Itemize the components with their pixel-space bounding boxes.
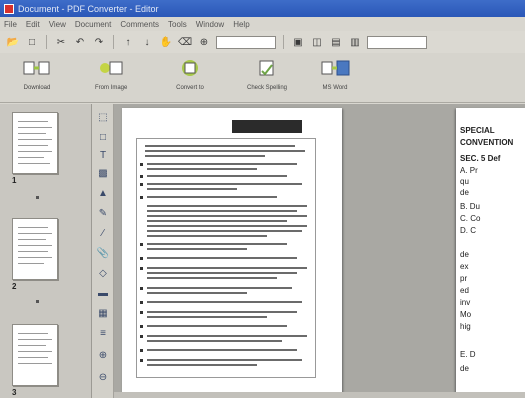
check-spelling-button[interactable]: Check Spelling — [247, 57, 287, 91]
zoom-in-icon[interactable]: ⊕ — [197, 35, 211, 49]
stamp-icon[interactable]: ▲ — [96, 186, 110, 200]
title-bar: Document - PDF Converter - Editor — [0, 0, 525, 17]
page2-line: SEC. 5 Def — [460, 154, 501, 163]
from-image-button[interactable]: From Image — [95, 57, 127, 91]
page-content — [136, 138, 316, 378]
menu-edit[interactable]: Edit — [26, 20, 40, 29]
thumbnail-label: 1 — [12, 176, 17, 185]
page-thumbnail-1[interactable] — [12, 112, 58, 174]
page2-line: C. Co — [460, 214, 481, 223]
fit-page-icon[interactable]: ▤ — [329, 35, 343, 49]
page2-line: de — [460, 364, 469, 373]
page2-line: SPECIAL — [460, 126, 495, 135]
undo-icon[interactable]: ↶ — [73, 35, 87, 49]
page2-line: CONVENTION — [460, 138, 514, 147]
document-page-2[interactable]: SPECIAL CONVENTION SEC. 5 Def A. Pr qu d… — [456, 108, 525, 398]
thumbnail-pane: 1 2 3 — [0, 104, 92, 398]
standard-toolbar: 📂 □ ✂ ↶ ↷ ↑ ↓ ✋ ⌫ ⊕ ▣ ◫ ▤ ▥ — [0, 31, 525, 53]
toolbar-separator — [283, 35, 284, 49]
cut-icon[interactable]: ✂ — [54, 35, 68, 49]
convert-label: Convert to — [176, 85, 204, 91]
spellcheck-icon — [252, 57, 282, 79]
page2-line: ed — [460, 286, 469, 295]
next-page-icon[interactable]: ↓ — [140, 35, 154, 49]
thumbnail-label: 2 — [12, 282, 17, 291]
tools-strip: ⬚ □ T ▩ ▲ ✎ ∕ 📎 ◇ ▬ ▦ ≡ ⊕ ⊖ — [92, 104, 114, 398]
page2-line: pr — [460, 274, 468, 283]
fit-width-icon[interactable]: ▥ — [348, 35, 362, 49]
page2-line: B. Du — [460, 202, 481, 211]
page2-line: A. Pr — [460, 166, 478, 175]
page2-line: Mo — [460, 310, 472, 319]
menu-bar: File Edit View Document Comments Tools W… — [0, 17, 525, 31]
attach-icon[interactable]: 📎 — [96, 246, 110, 260]
page-text-lines — [140, 145, 307, 366]
menu-view[interactable]: View — [49, 20, 66, 29]
convert-icon — [175, 57, 205, 79]
zoom-in-tool-icon[interactable]: ⊕ — [96, 348, 110, 362]
toolbar-separator — [113, 35, 114, 49]
app-window: Document - PDF Converter - Editor File E… — [0, 0, 525, 398]
page-thumbnail-3[interactable] — [12, 324, 58, 386]
check-spelling-label: Check Spelling — [247, 85, 288, 91]
zoom-field[interactable] — [216, 35, 276, 49]
horizontal-scrollbar[interactable] — [114, 392, 525, 398]
single-page-icon[interactable]: ▣ — [291, 35, 305, 49]
ms-word-label: MS Word — [322, 85, 348, 91]
shape-icon[interactable]: ◇ — [96, 266, 110, 280]
line-icon[interactable]: ∕ — [96, 226, 110, 240]
convert-button[interactable]: Convert to — [175, 57, 205, 91]
search-input[interactable] — [367, 35, 427, 49]
highlight-icon[interactable]: ▩ — [96, 166, 110, 180]
download-label: Download — [23, 85, 51, 91]
measure-icon[interactable]: ≡ — [96, 326, 110, 340]
two-page-icon[interactable]: ◫ — [310, 35, 324, 49]
open-icon[interactable]: 📂 — [6, 35, 20, 49]
eraser-icon[interactable]: ▬ — [96, 286, 110, 300]
menu-file[interactable]: File — [4, 20, 17, 29]
select-text-icon[interactable]: ⌫ — [178, 35, 192, 49]
page-thumbnail-2[interactable] — [12, 218, 58, 280]
pencil-icon[interactable]: ✎ — [96, 206, 110, 220]
window-title: Document - PDF Converter - Editor — [18, 3, 159, 14]
toolbar-separator — [46, 35, 47, 49]
document-view[interactable]: SPECIAL CONVENTION SEC. 5 Def A. Pr qu d… — [114, 104, 525, 398]
image-icon — [96, 57, 126, 79]
text-tool-icon[interactable]: T — [96, 148, 110, 162]
from-image-label: From Image — [95, 85, 128, 91]
save-icon[interactable]: □ — [25, 35, 39, 49]
hand-tool-icon[interactable]: ✋ — [159, 35, 173, 49]
thumbnail-marker — [36, 300, 39, 303]
app-icon — [4, 3, 14, 14]
word-icon — [320, 57, 350, 79]
page2-line: ex — [460, 262, 469, 271]
page2-line: de — [460, 250, 469, 259]
download-button[interactable]: Download — [22, 57, 52, 91]
note-icon[interactable]: ▦ — [96, 306, 110, 320]
menu-window[interactable]: Window — [196, 20, 224, 29]
document-page-1[interactable] — [122, 108, 342, 398]
actions-toolbar: Download From Image Convert to Check Spe… — [0, 53, 525, 103]
menu-help[interactable]: Help — [233, 20, 249, 29]
page-header-block — [232, 120, 302, 133]
zoom-out-tool-icon[interactable]: ⊖ — [96, 370, 110, 384]
menu-tools[interactable]: Tools — [168, 20, 187, 29]
page2-line: inv — [460, 298, 471, 307]
page2-line: qu — [460, 177, 469, 186]
page2-line: E. D — [460, 350, 476, 359]
download-icon — [22, 57, 52, 79]
page2-line: hig — [460, 322, 471, 331]
select-tool-icon[interactable]: ⬚ — [96, 110, 110, 124]
prev-page-icon[interactable]: ↑ — [121, 35, 135, 49]
thumbnail-label: 3 — [12, 388, 17, 397]
menu-comments[interactable]: Comments — [120, 20, 159, 29]
thumbnail-marker — [36, 196, 39, 199]
page2-line: D. C — [460, 226, 476, 235]
page2-line: de — [460, 188, 469, 197]
ms-word-button[interactable]: MS Word — [320, 57, 350, 91]
redo-icon[interactable]: ↷ — [92, 35, 106, 49]
text-box-icon[interactable]: □ — [96, 130, 110, 144]
menu-document[interactable]: Document — [75, 20, 111, 29]
